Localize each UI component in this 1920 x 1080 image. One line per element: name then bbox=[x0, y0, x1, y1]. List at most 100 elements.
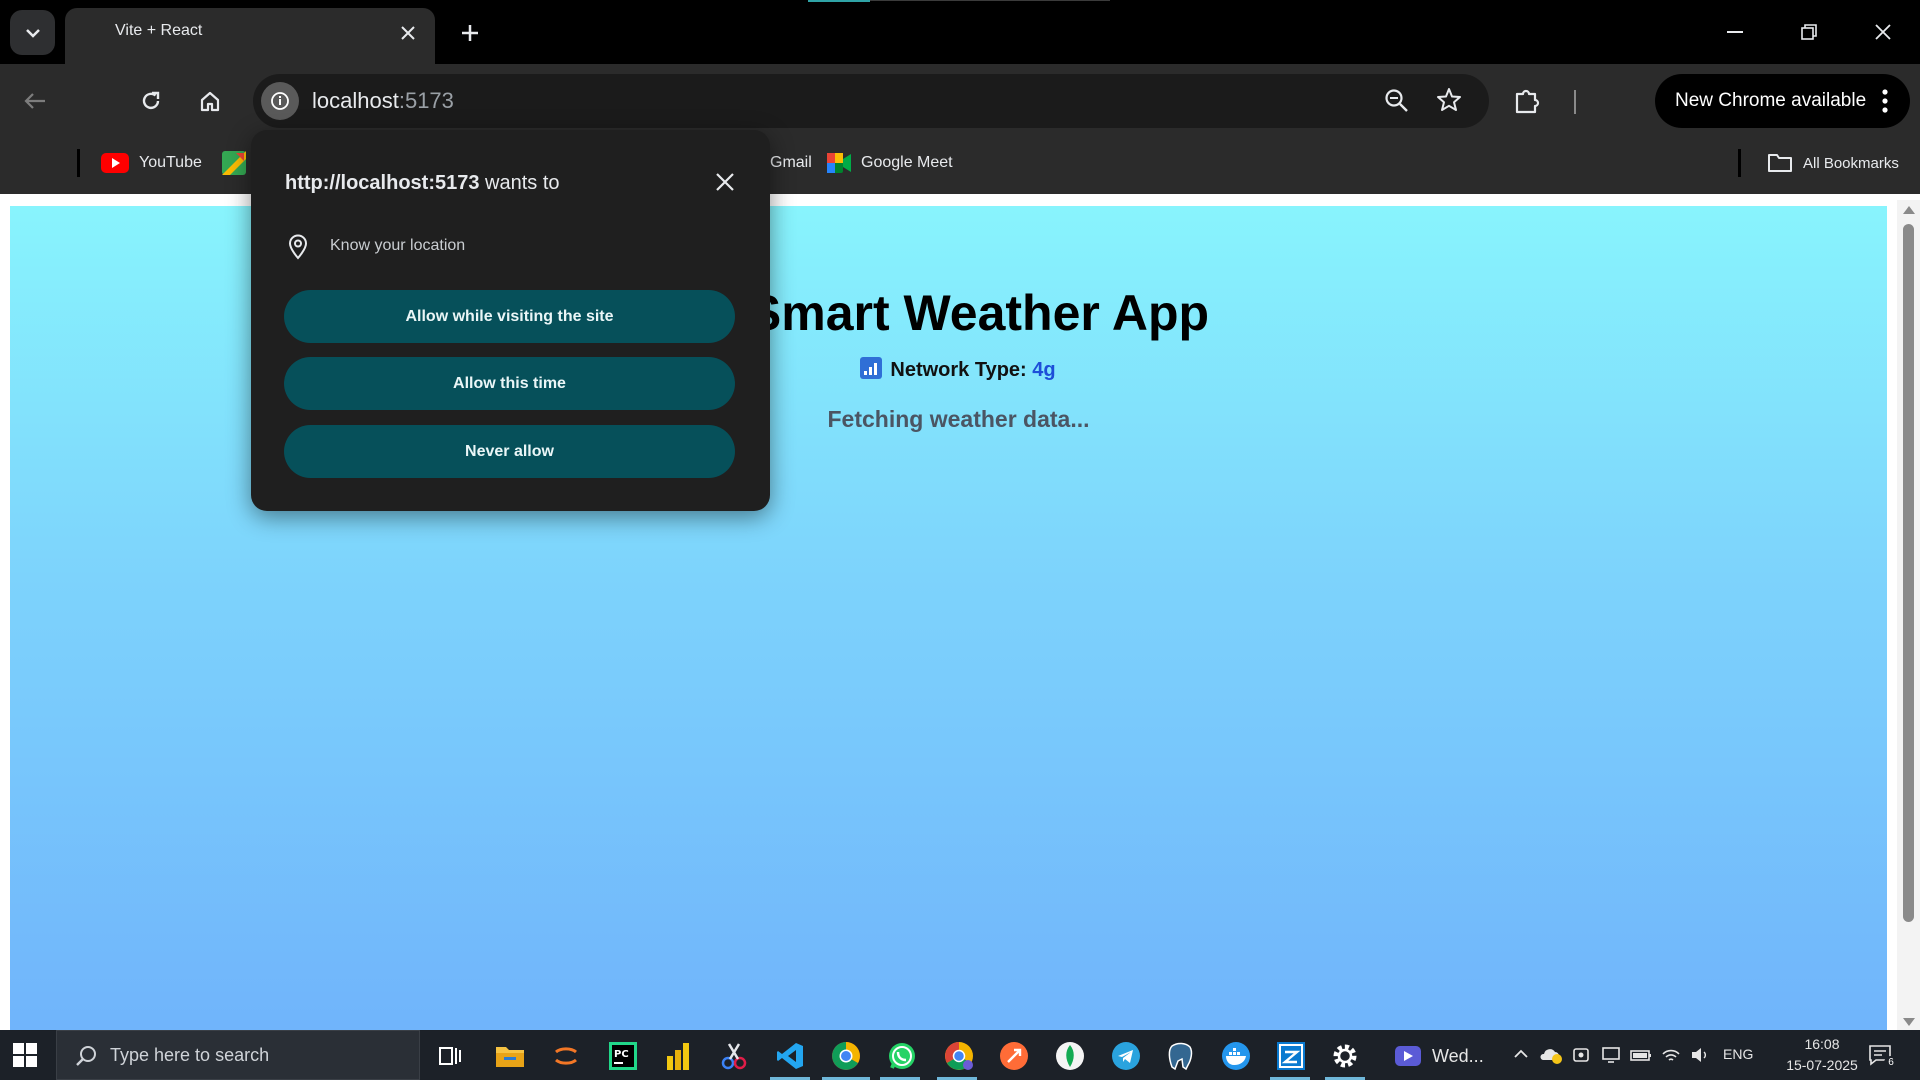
postman-icon bbox=[1000, 1042, 1028, 1070]
window-close-button[interactable] bbox=[1863, 14, 1903, 50]
zoom-out-icon[interactable] bbox=[1384, 88, 1410, 114]
postman-button[interactable] bbox=[998, 1040, 1030, 1072]
tab-search-button[interactable] bbox=[10, 10, 55, 55]
chrome-button[interactable] bbox=[830, 1040, 862, 1072]
new-tab-button[interactable] bbox=[455, 18, 485, 48]
scroll-up-arrow[interactable] bbox=[1903, 206, 1915, 214]
bookmark-star-icon[interactable] bbox=[1436, 87, 1462, 113]
bookmark-youtube[interactable]: YouTube bbox=[101, 151, 202, 175]
scroll-thumb[interactable] bbox=[1903, 224, 1914, 922]
bookmark-label: Google Meet bbox=[861, 154, 953, 171]
jupyter-button[interactable] bbox=[550, 1040, 582, 1072]
allow-while-visiting-button[interactable]: Allow while visiting the site bbox=[284, 290, 735, 343]
chevron-up-icon[interactable] bbox=[1513, 1046, 1529, 1062]
video-camera-icon bbox=[1395, 1046, 1421, 1066]
more-vert-icon[interactable] bbox=[1881, 88, 1889, 114]
bookmark-separator bbox=[77, 149, 80, 177]
bookmark-maps[interactable] bbox=[222, 151, 246, 175]
page-scrollbar[interactable] bbox=[1897, 200, 1920, 1030]
location-pin-icon bbox=[288, 234, 308, 260]
speaker-icon[interactable] bbox=[1690, 1046, 1710, 1064]
bookmark-gmail[interactable]: Gmail bbox=[770, 151, 812, 175]
file-explorer-icon bbox=[496, 1047, 524, 1067]
postgresql-button[interactable] bbox=[1165, 1040, 1197, 1072]
taskbar-search-box[interactable]: Type here to search bbox=[56, 1030, 420, 1080]
bookmark-label: YouTube bbox=[139, 154, 202, 171]
whatsapp-button[interactable] bbox=[886, 1040, 918, 1072]
new-chrome-available-button[interactable]: New Chrome available bbox=[1655, 74, 1910, 128]
restore-icon bbox=[1801, 24, 1817, 40]
task-view-button[interactable] bbox=[434, 1040, 466, 1072]
tab-close-button[interactable] bbox=[397, 22, 419, 44]
scroll-down-arrow[interactable] bbox=[1903, 1018, 1915, 1026]
docker-button[interactable] bbox=[1220, 1040, 1252, 1072]
chrome-profile-button[interactable] bbox=[943, 1040, 975, 1072]
signal-bars-icon bbox=[860, 357, 883, 379]
azure-data-studio-button[interactable] bbox=[1275, 1040, 1307, 1072]
url-text: localhost:5173 bbox=[312, 88, 454, 114]
mongodb-compass-button[interactable] bbox=[1054, 1040, 1086, 1072]
site-info-button[interactable] bbox=[261, 82, 299, 120]
all-bookmarks-label: All Bookmarks bbox=[1803, 154, 1899, 172]
chrome-profile-icon bbox=[945, 1042, 973, 1070]
location-permission-prompt: http://localhost:5173 wants to Know your… bbox=[251, 130, 770, 511]
file-explorer-button[interactable] bbox=[494, 1040, 526, 1072]
permission-capability: Know your location bbox=[330, 237, 466, 254]
onedrive-warning-icon[interactable] bbox=[1539, 1046, 1563, 1064]
azure-data-studio-icon bbox=[1277, 1042, 1305, 1070]
permission-origin: http://localhost:5173 bbox=[285, 172, 480, 194]
postgresql-elephant-icon bbox=[1168, 1042, 1193, 1071]
restore-button[interactable] bbox=[1789, 14, 1829, 50]
vscode-icon bbox=[777, 1043, 803, 1069]
task-view-icon bbox=[439, 1047, 461, 1065]
monitor-icon[interactable] bbox=[1602, 1046, 1620, 1064]
toolbar-divider bbox=[1574, 90, 1576, 114]
input-language[interactable]: ENG bbox=[1723, 1046, 1753, 1062]
wifi-icon[interactable] bbox=[1661, 1046, 1681, 1064]
never-allow-button[interactable]: Never allow bbox=[284, 425, 735, 478]
close-icon bbox=[401, 26, 415, 40]
all-bookmarks-button[interactable]: All Bookmarks bbox=[1767, 151, 1899, 175]
telegram-button[interactable] bbox=[1110, 1040, 1142, 1072]
reload-button[interactable] bbox=[132, 82, 170, 120]
zoom-meeting-button[interactable] bbox=[1392, 1040, 1424, 1072]
meet-now-icon[interactable] bbox=[1572, 1046, 1590, 1064]
back-button[interactable] bbox=[16, 82, 54, 120]
network-type-value: 4g bbox=[1032, 359, 1056, 381]
minimize-button[interactable] bbox=[1715, 14, 1755, 50]
chevron-down-icon bbox=[25, 28, 40, 38]
search-icon bbox=[76, 1046, 96, 1066]
close-icon bbox=[1875, 24, 1891, 40]
power-bi-button[interactable] bbox=[662, 1040, 694, 1072]
notification-count-badge: 6 bbox=[1884, 1056, 1898, 1070]
extensions-puzzle-icon[interactable] bbox=[1513, 86, 1541, 114]
tab-indicator-track bbox=[870, 0, 1110, 1]
tab-vite-react[interactable]: Vite + React bbox=[65, 8, 435, 64]
bookmark-separator bbox=[1738, 149, 1741, 177]
clock-date[interactable]: 15-07-2025 bbox=[1770, 1057, 1874, 1073]
battery-icon[interactable] bbox=[1630, 1046, 1652, 1064]
vscode-button[interactable] bbox=[774, 1040, 806, 1072]
permission-title: http://localhost:5173 wants to bbox=[285, 172, 560, 195]
youtube-icon bbox=[101, 153, 129, 173]
allow-this-time-button[interactable]: Allow this time bbox=[284, 357, 735, 410]
snipping-tool-icon bbox=[721, 1043, 747, 1070]
url-host: localhost bbox=[312, 88, 399, 113]
clock-time[interactable]: 16:08 bbox=[1787, 1036, 1857, 1052]
address-bar[interactable]: localhost:5173 bbox=[253, 74, 1489, 128]
permission-close-button[interactable] bbox=[711, 168, 739, 196]
pycharm-icon: PC bbox=[609, 1042, 637, 1070]
snipping-tool-button[interactable] bbox=[718, 1040, 750, 1072]
home-icon bbox=[200, 91, 220, 112]
folder-icon bbox=[1768, 154, 1792, 172]
bookmark-google-meet[interactable]: Google Meet bbox=[827, 151, 953, 175]
home-button[interactable] bbox=[191, 82, 229, 120]
pycharm-button[interactable]: PC bbox=[607, 1040, 639, 1072]
settings-button[interactable] bbox=[1329, 1040, 1361, 1072]
windows-taskbar: Type here to search PC Wed... ENG 16:08 … bbox=[0, 1030, 1920, 1080]
jupyter-icon bbox=[555, 1047, 577, 1065]
info-icon bbox=[271, 92, 289, 110]
whatsapp-icon bbox=[889, 1043, 915, 1069]
windows-start-icon[interactable] bbox=[12, 1042, 38, 1068]
tab-indicator bbox=[808, 0, 870, 2]
